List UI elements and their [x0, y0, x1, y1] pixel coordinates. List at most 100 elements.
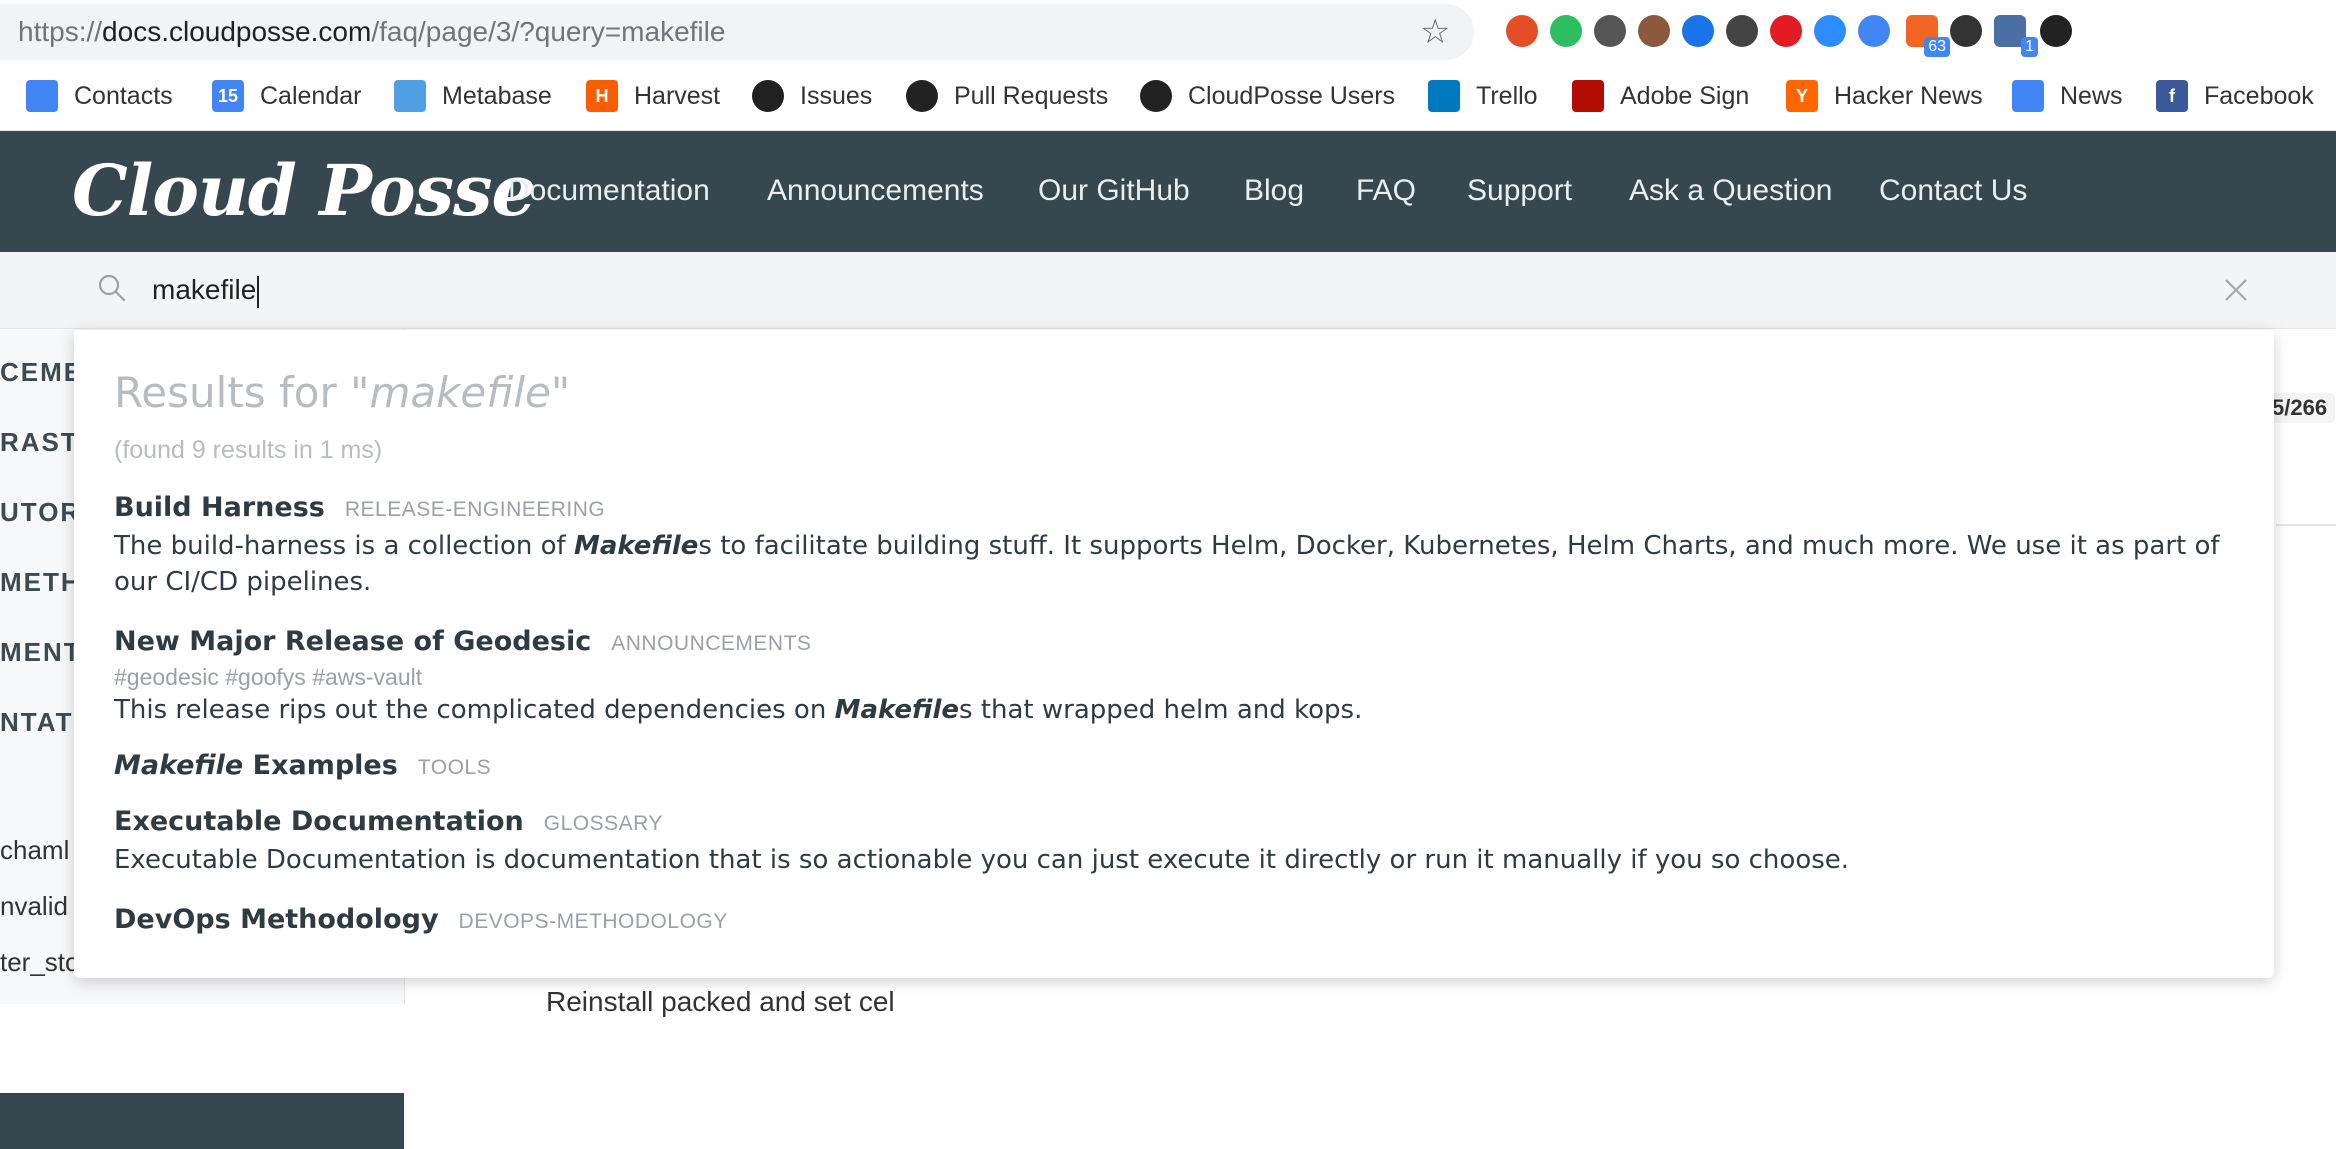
search-bar: makefile: [0, 252, 2336, 329]
google-news-icon: [2012, 80, 2044, 112]
circle-ring-icon[interactable]: [1682, 15, 1714, 47]
layers-icon[interactable]: [2040, 15, 2072, 47]
search-query-text: makefile: [152, 274, 257, 305]
zoom-camera-icon[interactable]: [1814, 15, 1846, 47]
search-result[interactable]: New Major Release of Geodesic ANNOUNCEMEN…: [114, 624, 2234, 728]
results-heading-prefix: Results for ": [114, 368, 370, 417]
nav-our-github[interactable]: Our GitHub: [1038, 173, 1190, 209]
adobe-sign-icon: [1572, 80, 1604, 112]
bookmark-label: Metabase: [442, 81, 552, 110]
sidebar-item[interactable]: chaml: [0, 835, 69, 866]
bookmark-icon-glyph: f: [2169, 85, 2175, 106]
bookmark-label: Pull Requests: [954, 81, 1109, 110]
browser-toolbar: https://docs.cloudposse.com/faq/page/3/?…: [0, 0, 2336, 64]
search-result[interactable]: Makefile Examples TOOLS: [114, 748, 2234, 786]
adobe-acrobat-icon[interactable]: [1770, 15, 1802, 47]
code-tag-icon[interactable]: 1: [1994, 15, 2038, 57]
bookmark-facebook[interactable]: f Facebook: [2156, 78, 2314, 114]
hacker-news-icon: Y: [1786, 80, 1818, 112]
bookmark-star-icon[interactable]: ☆: [1420, 14, 1450, 50]
result-title[interactable]: Makefile Examples TOOLS: [114, 748, 2234, 786]
site-header: Cloud Posse Documentation Announcements Ou…: [0, 131, 2336, 252]
bookmark-label: CloudPosse Users: [1188, 81, 1396, 110]
nav-announcements[interactable]: Announcements: [767, 173, 984, 209]
onepassword-icon[interactable]: [1950, 15, 1982, 47]
sidebar-item[interactable]: nvalid: [0, 891, 68, 922]
bookmark-label: Calendar: [260, 81, 362, 110]
bookmark-contacts[interactable]: Contacts: [26, 78, 173, 114]
hexagon-icon[interactable]: [1726, 15, 1758, 47]
bookmark-calendar[interactable]: 15 Calendar: [212, 78, 361, 114]
sidebar-section[interactable]: CEME: [0, 357, 83, 388]
result-title[interactable]: New Major Release of Geodesic ANNOUNCEMEN…: [114, 624, 2234, 662]
page-body-text: Reinstall packed and set cel: [546, 986, 895, 1017]
search-result[interactable]: Executable Documentation GLOSSARY Executab…: [114, 804, 2234, 878]
nav-documentation[interactable]: Documentation: [508, 173, 710, 209]
result-title[interactable]: Executable Documentation GLOSSARY: [114, 804, 2234, 842]
color-wheel-icon[interactable]: [1506, 15, 1538, 47]
url-host: docs.cloudposse.com: [102, 16, 372, 47]
search-result[interactable]: Build Harness RELEASE-ENGINEERING The buil…: [114, 490, 2234, 600]
desc-text: This release rips out the complicated de…: [114, 695, 835, 725]
result-category: ANNOUNCEMENTS: [611, 632, 812, 655]
bookmark-news[interactable]: News: [2012, 78, 2123, 114]
cookie-icon[interactable]: [1638, 15, 1670, 47]
sidebar-section[interactable]: UTOR: [0, 497, 81, 528]
google-docs-tag-icon[interactable]: [1858, 15, 1890, 47]
result-category: DEVOPS-METHODOLOGY: [458, 910, 728, 933]
text-caret: [257, 275, 260, 308]
bookmark-adobe-sign[interactable]: Adobe Sign: [1572, 78, 1749, 114]
nav-blog[interactable]: Blog: [1244, 173, 1304, 209]
bookmark-label: News: [2060, 81, 2123, 110]
desc-match: Makefile: [834, 695, 960, 725]
url-scheme: https://: [18, 16, 103, 47]
contacts-icon: [26, 80, 58, 112]
sidebar-section[interactable]: MENT: [0, 637, 82, 668]
extension-badge: 63: [1924, 37, 1950, 57]
bookmark-icon-glyph: Y: [1795, 85, 1808, 106]
page-counter: 5/266: [2264, 393, 2336, 423]
nav-contact-us[interactable]: Contact Us: [1879, 173, 2027, 209]
url-path: /faq/page/3/?query=makefile: [371, 16, 726, 47]
result-title-text: Build Harness: [114, 492, 325, 523]
bookmark-label: Facebook: [2204, 81, 2314, 110]
result-title[interactable]: DevOps Methodology DEVOPS-METHODOLOGY: [114, 902, 2234, 940]
rss-feed-icon[interactable]: 63: [1906, 15, 1950, 57]
bookmark-icon-glyph: H: [595, 85, 609, 106]
result-category: GLOSSARY: [543, 812, 663, 835]
harvest-icon: H: [586, 80, 618, 112]
bookmark-hacker-news[interactable]: Y Hacker News: [1786, 78, 1983, 114]
search-input[interactable]: makefile: [152, 270, 260, 310]
bookmark-pull-requests[interactable]: Pull Requests: [906, 78, 1108, 114]
close-icon[interactable]: [2220, 274, 2252, 306]
bookmark-metabase[interactable]: Metabase: [394, 78, 552, 114]
url-text[interactable]: https://docs.cloudposse.com/faq/page/3/?…: [18, 16, 725, 48]
bookmark-issues[interactable]: Issues: [752, 78, 872, 114]
results-heading: Results for "makefile": [114, 368, 570, 418]
result-description: This release rips out the complicated de…: [114, 692, 2234, 728]
bookmark-trello[interactable]: Trello: [1428, 78, 1538, 114]
facebook-icon: f: [2156, 80, 2188, 112]
trello-icon: [1428, 80, 1460, 112]
result-description: Executable Documentation is documentatio…: [114, 845, 1850, 875]
result-title-match: Makefile: [114, 750, 244, 781]
nav-ask-a-question[interactable]: Ask a Question: [1629, 173, 1832, 209]
nav-faq[interactable]: FAQ: [1356, 173, 1416, 209]
pocket-icon[interactable]: [1594, 15, 1626, 47]
sidebar-section[interactable]: NTATI: [0, 707, 83, 738]
sidebar-item[interactable]: ter_sto: [0, 947, 80, 978]
result-title-text: Executable Documentation: [114, 806, 524, 837]
nav-support[interactable]: Support: [1467, 173, 1572, 209]
evernote-icon[interactable]: [1550, 15, 1582, 47]
result-category: RELEASE-ENGINEERING: [344, 498, 606, 521]
search-result[interactable]: DevOps Methodology DEVOPS-METHODOLOGY: [114, 902, 2234, 940]
bookmark-harvest[interactable]: H Harvest: [586, 78, 720, 114]
desc-text: The build-harness is a collection of: [114, 531, 574, 561]
address-bar[interactable]: https://docs.cloudposse.com/faq/page/3/?…: [0, 4, 1474, 60]
bookmark-label: Issues: [800, 81, 873, 110]
bookmarks-bar: Contacts 15 Calendar Metabase H Harvest Issues…: [0, 64, 2336, 131]
result-description: The build-harness is a collection of Mak…: [114, 528, 2234, 600]
site-logo[interactable]: Cloud Posse: [72, 149, 536, 233]
bookmark-cloudposse-users[interactable]: CloudPosse Users: [1140, 78, 1395, 114]
result-title[interactable]: Build Harness RELEASE-ENGINEERING: [114, 490, 2234, 528]
